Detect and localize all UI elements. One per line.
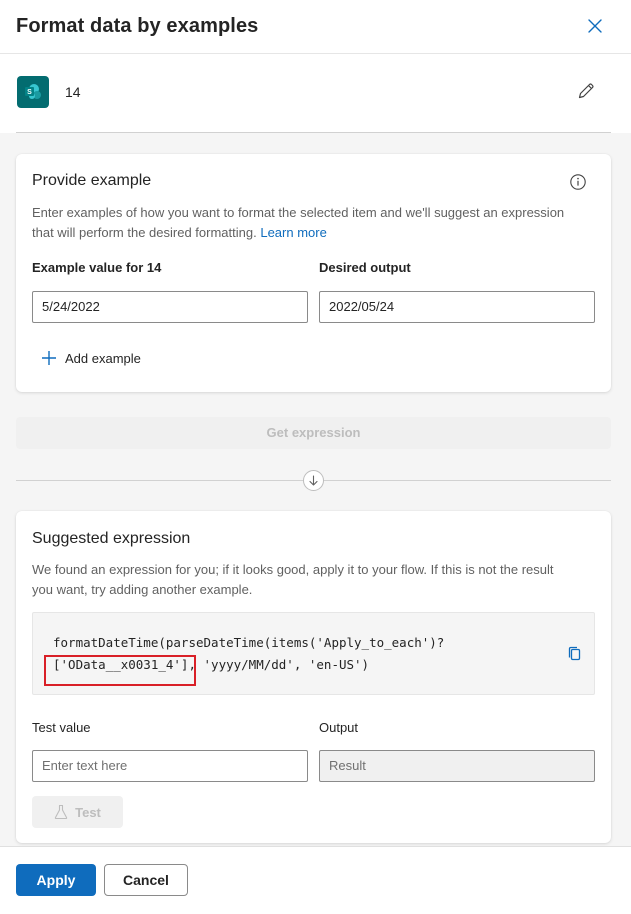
code-line-1: formatDateTime(parseDateTime(items('Appl…	[53, 635, 445, 650]
provide-example-card: Provide example Enter examples of how yo…	[16, 154, 611, 392]
panel-body: S 14 Provide example Enter examples of h…	[0, 55, 631, 846]
arrow-down-icon	[303, 470, 324, 491]
suggested-expression-title: Suggested expression	[32, 530, 191, 547]
add-example-button[interactable]: Add example	[41, 348, 141, 368]
svg-text:S: S	[27, 89, 32, 96]
suggested-expression-description: We found an expression for you; if it lo…	[32, 562, 554, 597]
output-label: Output	[319, 720, 359, 735]
desired-output-input[interactable]: 2022/05/24	[319, 291, 595, 323]
test-value-input[interactable]: Enter text here	[32, 750, 308, 782]
panel-footer: Apply Cancel	[0, 846, 631, 914]
expression-code-box: formatDateTime(parseDateTime(items('Appl…	[32, 612, 595, 695]
sharepoint-icon: S	[17, 76, 49, 108]
suggested-expression-card: Suggested expression We found an express…	[16, 511, 611, 843]
panel-header: Format data by examples	[0, 0, 631, 54]
info-icon[interactable]	[569, 173, 587, 191]
desired-output-label: Desired output	[319, 260, 411, 275]
flask-icon	[54, 804, 68, 820]
apply-button[interactable]: Apply	[16, 864, 96, 896]
divider	[16, 132, 611, 133]
example-value-label: Example value for 14	[32, 260, 162, 275]
highlight-box	[44, 655, 196, 686]
copy-icon[interactable]	[565, 644, 585, 664]
cancel-button[interactable]: Cancel	[104, 864, 188, 896]
example-value-input[interactable]: 5/24/2022	[32, 291, 308, 323]
test-button-label: Test	[75, 804, 101, 820]
get-expression-button[interactable]: Get expression	[16, 417, 611, 449]
provide-example-description: Enter examples of how you want to format…	[32, 203, 572, 243]
output-result-field: Result	[319, 750, 595, 782]
learn-more-link[interactable]: Learn more	[260, 225, 326, 240]
plus-icon	[42, 351, 56, 365]
test-value-label: Test value	[32, 720, 91, 735]
pencil-icon[interactable]	[576, 81, 596, 101]
connector-row: S 14	[0, 55, 631, 133]
provide-example-title: Provide example	[32, 172, 152, 189]
panel-title: Format data by examples	[16, 15, 259, 37]
test-button[interactable]: Test	[32, 796, 123, 828]
connector-label: 14	[65, 84, 81, 100]
close-icon[interactable]	[585, 16, 605, 36]
add-example-label: Add example	[65, 350, 141, 366]
